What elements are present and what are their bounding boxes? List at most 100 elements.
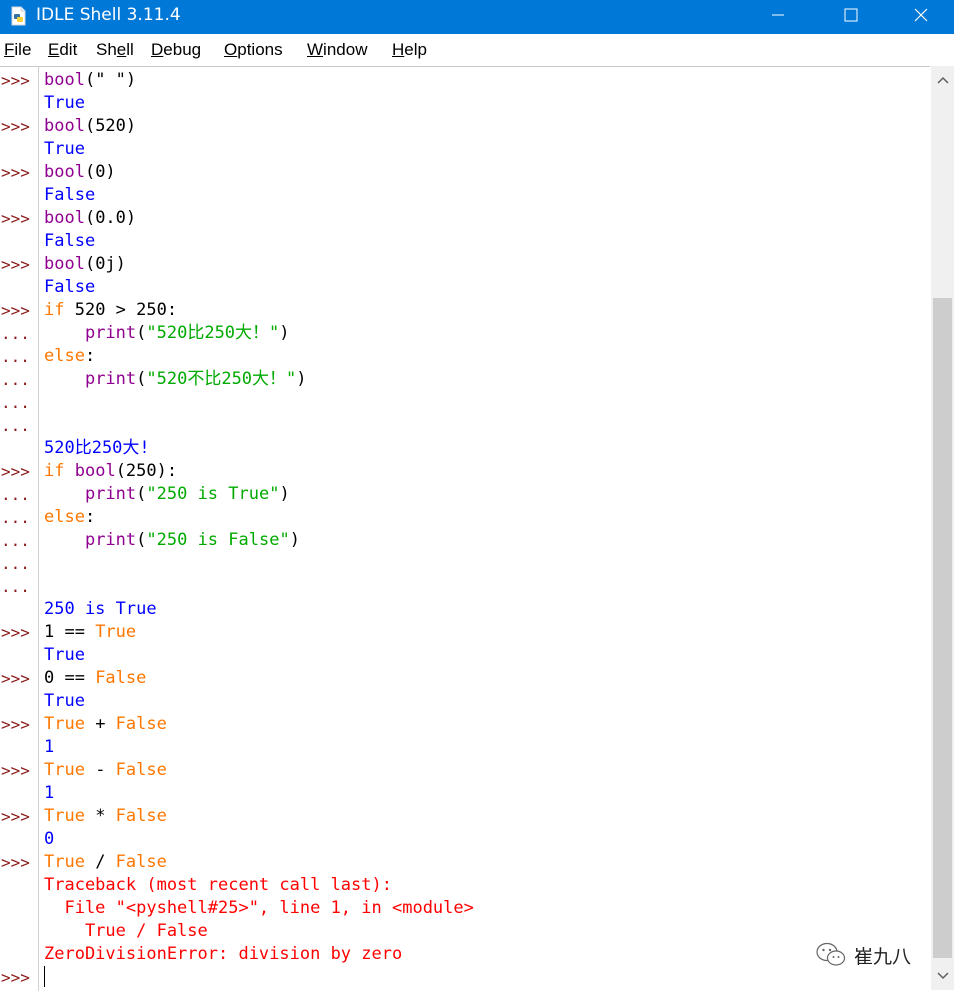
shell-line: bool(0) [44, 161, 116, 184]
continuation-prompt: ... [1, 324, 30, 343]
shell-line: print("250 is False") [44, 529, 300, 552]
code-token: False [44, 277, 96, 297]
code-token: (0.0) [84, 208, 137, 228]
shell-line: 1 [44, 782, 54, 805]
code-token: bool [44, 254, 85, 274]
code-token: (250): [115, 461, 178, 481]
code-token: True [44, 691, 85, 711]
shell-line: False [44, 230, 95, 253]
code-token: ZeroDivisionError: division by zero [44, 944, 403, 964]
watermark: 崔九八 [816, 938, 926, 972]
shell-line: True [44, 138, 85, 161]
shell-prompt: >>> [1, 462, 30, 481]
close-button[interactable] [898, 0, 944, 30]
continuation-prompt: ... [1, 508, 30, 527]
menu-window[interactable]: Window [307, 39, 367, 61]
shell-line: bool(0.0) [44, 207, 136, 230]
shell-line: ZeroDivisionError: division by zero [44, 943, 402, 966]
menu-edit[interactable]: Edit [48, 39, 77, 61]
shell-line: 1 == True [44, 621, 136, 644]
shell-line: False [44, 276, 95, 299]
continuation-prompt: ... [1, 485, 30, 504]
code-token: 0 == [44, 668, 96, 688]
menu-help[interactable]: Help [392, 39, 427, 61]
code-token: True [44, 852, 85, 872]
code-token: print [84, 323, 137, 343]
shell-prompt: >>> [1, 715, 30, 734]
menu-shell[interactable]: Shell [96, 39, 134, 61]
continuation-prompt: ... [1, 554, 30, 573]
code-token: 520比250大! [44, 438, 150, 458]
close-icon [914, 8, 928, 22]
minimize-icon [772, 14, 784, 16]
maximize-button[interactable] [828, 0, 874, 30]
shell-line: bool(" ") [44, 69, 136, 92]
code-token: 520 > 250: [64, 300, 178, 320]
maximize-icon [844, 8, 858, 22]
shell-line: True + False [44, 713, 167, 736]
shell-line: 250 is True [44, 598, 157, 621]
code-token: False [115, 852, 167, 872]
code-token: False [115, 760, 167, 780]
shell-line: False [44, 184, 95, 207]
code-token: False [44, 231, 96, 251]
shell-line: Traceback (most recent call last): [44, 874, 392, 897]
minimize-button[interactable] [755, 0, 801, 30]
chevron-up-icon [936, 76, 949, 84]
chevron-down-icon [936, 972, 949, 980]
scroll-thumb[interactable] [933, 298, 952, 958]
code-token: "250 is False" [146, 530, 290, 550]
shell-line: print("520比250大！") [44, 322, 290, 345]
shell-prompt: >>> [1, 209, 30, 228]
code-token: True [44, 806, 85, 826]
shell-line: True / False [44, 851, 167, 874]
code-token: ( [136, 530, 147, 550]
continuation-prompt: ... [1, 347, 30, 366]
scroll-down-button[interactable] [931, 962, 954, 990]
shell-line: if 520 > 250: [44, 299, 177, 322]
code-token: ( [136, 369, 147, 389]
shell-line: True [44, 92, 85, 115]
code-token: Traceback (most recent call last): [44, 875, 392, 895]
shell-editor[interactable]: >>> >>> >>> >>> >>> >>>............... >>>....… [0, 66, 930, 991]
shell-prompt: >>> [1, 71, 30, 90]
scroll-up-button[interactable] [931, 66, 954, 94]
continuation-prompt: ... [1, 577, 30, 596]
code-token: : [84, 507, 96, 527]
code-token: "520比250大！" [146, 323, 280, 343]
shell-line: File "<pyshell#25>", line 1, in <module> [44, 897, 473, 920]
shell-line: True - False [44, 759, 167, 782]
prompt-gutter: >>> >>> >>> >>> >>> >>>............... >>>....… [0, 67, 38, 991]
code-token: print [84, 530, 137, 550]
menu-bar: File Edit Shell Debug Options Window Hel… [0, 35, 954, 65]
shell-line: 520比250大! [44, 437, 150, 460]
shell-prompt: >>> [1, 163, 30, 182]
vertical-scrollbar[interactable] [931, 66, 954, 990]
code-token: bool [44, 162, 85, 182]
code-token: * [84, 806, 116, 826]
code-token: (0j) [84, 254, 126, 274]
shell-line: True / False [44, 920, 208, 943]
shell-line: bool(520) [44, 115, 136, 138]
code-token: True [44, 645, 85, 665]
code-token: True / False [44, 921, 208, 941]
code-token: 0 [44, 829, 55, 849]
shell-line: bool(0j) [44, 253, 126, 276]
shell-prompt: >>> [1, 807, 30, 826]
code-token: ( [136, 484, 147, 504]
code-token: (0) [84, 162, 116, 182]
code-token: ) [279, 484, 290, 504]
menu-file[interactable]: File [4, 39, 31, 61]
shell-line: print("520不比250大！") [44, 368, 307, 391]
menu-debug[interactable]: Debug [151, 39, 201, 61]
code-token: "520不比250大！" [146, 369, 297, 389]
code-token: True [44, 93, 85, 113]
idle-app-icon [11, 6, 26, 26]
menu-options[interactable]: Options [224, 39, 283, 61]
continuation-prompt: ... [1, 370, 30, 389]
code-token: / [84, 852, 116, 872]
gutter-divider [38, 67, 39, 991]
